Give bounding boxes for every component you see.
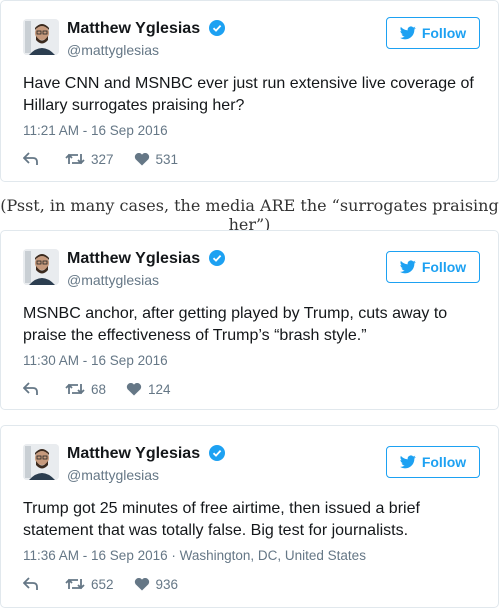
tweet-text-line: statement that was totally false. Big te… [23,522,409,539]
reply-icon [23,152,38,165]
caption: (Psst, in many cases, the media ARE the … [0,196,499,234]
like-button[interactable]: 531 [134,151,179,167]
retweet-count: 68 [91,381,107,397]
retweet-icon [65,383,85,395]
handle[interactable]: @mattyglesias [67,271,225,289]
reply-icon [23,382,38,395]
display-name[interactable]: Matthew Yglesias [67,445,200,462]
twitter-bird-icon [399,260,416,274]
tweet-text: Trump got 25 minutes of free airtime, th… [23,498,478,542]
tweet-text-line: Trump got 25 minutes of free airtime, th… [23,500,420,517]
tweet-text: MSNBC anchor, after getting played by Tr… [23,303,478,347]
retweet-button[interactable]: 652 [65,577,114,592]
retweet-button[interactable]: 68 [65,382,106,397]
verified-badge-icon [208,20,225,41]
tweet-text-line: Have CNN and MSNBC ever just run extensi… [23,75,474,92]
tweet-text-line: praise the effectiveness of Trump’s “bra… [23,327,367,344]
retweet-count: 327 [91,151,114,167]
display-name[interactable]: Matthew Yglesias [67,250,200,267]
reply-icon [23,577,38,590]
retweet-count: 652 [91,576,114,592]
retweet-icon [65,578,85,590]
follow-button[interactable]: Follow [386,251,480,283]
tweet-card-1: Matthew Yglesias @mattyglesias Follow Ha… [0,0,499,182]
like-count: 124 [148,381,171,397]
avatar[interactable] [23,249,59,285]
heart-icon [134,152,149,166]
tweet-timestamp[interactable]: 11:21 AM - 16 Sep 2016 [23,123,168,138]
tweet-card-2: Matthew Yglesias @mattyglesias Follow MS… [0,230,499,410]
twitter-bird-icon [399,26,416,40]
follow-label: Follow [421,25,467,41]
reply-button[interactable] [23,152,39,166]
follow-label: Follow [421,454,467,470]
follow-button[interactable]: Follow [386,17,480,49]
heart-icon [134,577,149,591]
tweet-actions: 327 531 [23,149,198,169]
display-name[interactable]: Matthew Yglesias [67,20,200,37]
like-count: 531 [155,151,179,167]
handle[interactable]: @mattyglesias [67,466,225,484]
avatar[interactable] [23,444,59,480]
retweet-button[interactable]: 327 [65,152,114,167]
verified-badge-icon [208,445,225,466]
twitter-bird-icon [399,455,416,469]
tweet-actions: 652 936 [23,574,198,594]
handle[interactable]: @mattyglesias [67,41,225,59]
verified-badge-icon [208,250,225,271]
tweet-actions: 68 124 [23,379,191,399]
tweet-text-line: MSNBC anchor, after getting played by Tr… [23,305,448,322]
tweet-text: Have CNN and MSNBC ever just run extensi… [23,73,478,117]
reply-button[interactable] [23,382,39,396]
like-button[interactable]: 124 [126,382,171,397]
like-button[interactable]: 936 [134,576,179,592]
avatar[interactable] [23,19,59,55]
tweet-timestamp[interactable]: 11:30 AM - 16 Sep 2016 [23,353,168,368]
tweet-card-3: Matthew Yglesias @mattyglesias Follow Tr… [0,425,499,608]
like-count: 936 [155,576,179,592]
tweet-timestamp[interactable]: 11:36 AM - 16 Sep 2016 · Washington, DC,… [23,548,366,563]
reply-button[interactable] [23,577,39,591]
heart-icon [126,382,142,396]
follow-button[interactable]: Follow [386,446,480,478]
follow-label: Follow [421,259,467,275]
retweet-icon [65,153,85,165]
tweet-text-line: Hillary surrogates praising her? [23,97,245,114]
